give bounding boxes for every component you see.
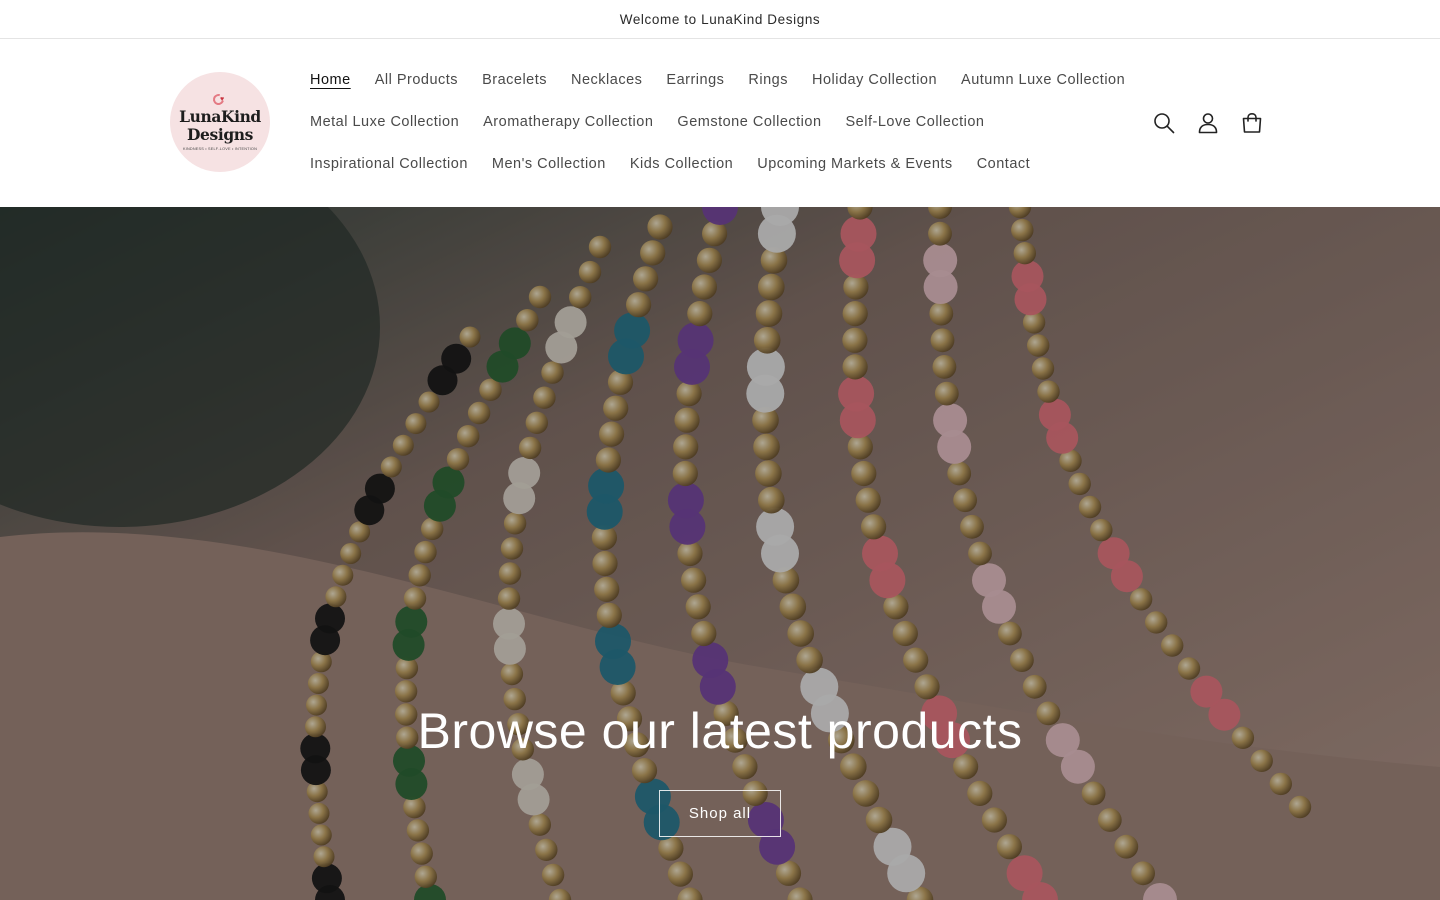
nav-link-rings[interactable]: Rings [736, 72, 800, 88]
moon-heart-icon: ♥ [210, 91, 227, 107]
logo-line-1: LunaKind [179, 106, 261, 126]
header-icons [1142, 107, 1274, 139]
account-button[interactable] [1186, 107, 1230, 139]
nav-link-kids-collection[interactable]: Kids Collection [618, 156, 745, 172]
nav-link-mens-collection[interactable]: Men's Collection [480, 156, 618, 172]
nav-row-3: Inspirational Collection Men's Collectio… [298, 143, 1128, 185]
account-icon [1198, 113, 1218, 134]
nav-link-bracelets[interactable]: Bracelets [470, 72, 559, 88]
nav-link-all-products[interactable]: All Products [363, 72, 470, 88]
logo-line-2: Designs [187, 124, 253, 144]
cart-icon [1242, 112, 1262, 133]
nav-link-inspirational-collection[interactable]: Inspirational Collection [298, 156, 480, 172]
nav-link-aromatherapy-collection[interactable]: Aromatherapy Collection [471, 114, 665, 130]
main-nav: Home All Products Bracelets Necklaces Ea… [298, 59, 1128, 185]
nav-link-home[interactable]: Home [298, 72, 363, 88]
nav-link-holiday-collection[interactable]: Holiday Collection [800, 72, 949, 88]
announcement-bar: Welcome to LunaKind Designs [0, 0, 1440, 39]
search-icon [1154, 113, 1175, 134]
nav-link-contact[interactable]: Contact [965, 156, 1042, 172]
hero-heading: Browse our latest products [417, 703, 1023, 759]
shop-all-button[interactable]: Shop all [659, 790, 781, 837]
nav-row-1: Home All Products Bracelets Necklaces Ea… [298, 59, 1128, 101]
nav-link-necklaces[interactable]: Necklaces [559, 72, 654, 88]
nav-link-upcoming-markets-events[interactable]: Upcoming Markets & Events [745, 156, 964, 172]
announcement-text: Welcome to LunaKind Designs [619, 11, 821, 27]
nav-link-earrings[interactable]: Earrings [654, 72, 736, 88]
search-button[interactable] [1142, 107, 1186, 139]
nav-link-autumn-luxe-collection[interactable]: Autumn Luxe Collection [949, 72, 1137, 88]
logo-tagline: Kindness • Self-Love • Intention [182, 146, 258, 151]
site-header: ♥ LunaKind Designs Kindness • Self-Love … [0, 39, 1440, 207]
hero-banner: Browse our latest products Shop all [0, 207, 1440, 900]
logo[interactable]: ♥ LunaKind Designs Kindness • Self-Love … [170, 72, 270, 172]
nav-row-2: Metal Luxe Collection Aromatherapy Colle… [298, 101, 1128, 143]
nav-link-metal-luxe-collection[interactable]: Metal Luxe Collection [298, 114, 471, 130]
nav-link-gemstone-collection[interactable]: Gemstone Collection [665, 114, 833, 130]
cart-button[interactable] [1230, 107, 1274, 139]
nav-link-self-love-collection[interactable]: Self-Love Collection [834, 114, 997, 130]
